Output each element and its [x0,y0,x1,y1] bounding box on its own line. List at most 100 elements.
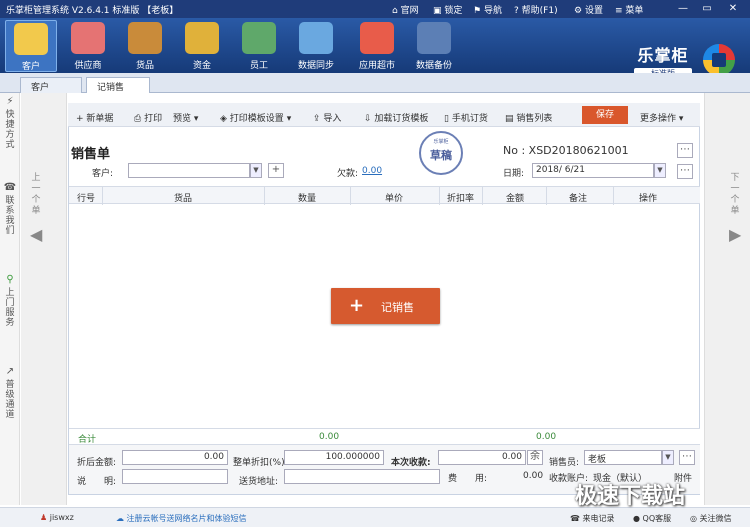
print-template-button[interactable]: ◈ 打印模板设置 ▾ [220,111,291,124]
record-sale-button[interactable]: + 记销售 [331,288,440,324]
more-actions-button[interactable]: 更多操作 ▾ [640,111,683,124]
cloud-icon: ☁ [116,514,124,523]
col-unit-price: 单价 [385,194,404,204]
lightning-icon: ⚡ [6,96,14,107]
box-icon [128,22,162,54]
tag-icon: ◈ [220,114,227,124]
address-input[interactable] [284,469,440,484]
maximize-button[interactable]: ▭ [700,2,714,16]
customer-icon [14,23,48,55]
totals-quantity: 0.00 [319,432,340,442]
col-amount: 金额 [506,194,525,204]
sales-list-button[interactable]: ▤ 销售列表 [505,111,552,124]
customer-input[interactable] [128,163,250,178]
guide-link[interactable]: ⚑ 导航 [473,3,502,16]
staff-icon [242,22,276,54]
register-promo-link[interactable]: ☁ 注册云帐号送网络名片和体验短信 [116,513,247,524]
whole-discount-input[interactable]: 100.000000 [284,450,384,465]
wechat-follow-button[interactable]: ◎ 关注微信 [690,513,732,524]
col-row-no: 行号 [77,194,96,204]
col-quantity: 数量 [298,194,317,204]
seller-more-button[interactable]: ⋯ [679,450,695,465]
plus-icon: + [349,295,365,316]
chevron-down-icon: ▾ [193,114,199,124]
help-icon: ? [514,6,519,16]
col-operation: 操作 [639,194,658,204]
draft-stamp: 乐掌柜 草稿 [419,131,463,175]
new-document-button[interactable]: + 新单据 [76,111,113,124]
money-bag-icon [185,22,219,54]
settings-link[interactable]: ⚙ 设置 [574,3,603,16]
col-discount-rate: 折扣率 [447,194,475,204]
toolbar-staff[interactable]: 员工 [233,20,285,72]
date-dropdown[interactable]: ▼ [654,163,666,178]
seller-dropdown[interactable]: ▼ [662,450,674,465]
load-template-button[interactable]: ⇩ 加载订货模板 [364,111,428,124]
whole-discount-label: 整单折扣(%) [233,458,285,468]
minimize-button[interactable]: — [676,2,690,16]
load-icon: ⇩ [364,114,372,124]
toolbar-supplier[interactable]: 供应商 [62,20,114,72]
customer-dropdown[interactable]: ▼ [250,163,262,178]
date-input[interactable]: 2018/ 6/21 [532,163,654,178]
chevron-down-icon: ▾ [678,114,684,124]
toolbar-funds[interactable]: 资金 [176,20,228,72]
after-discount-label: 折后金额: [77,458,117,468]
preview-button[interactable]: 预览 ▾ [173,111,198,124]
note-label: 说 明: [77,477,117,487]
debt-value[interactable]: 0.00 [362,166,382,176]
quick-sidebar: ⚡ 快捷方式 ☎ 联系我们 ⚲ 上门服务 ↗ 普级通道 [0,93,20,505]
toolbar-backup[interactable]: 数据备份 [408,20,460,72]
number-more-button[interactable]: ⋯ [677,143,693,158]
tab-record-sale[interactable]: 记销售 [86,77,150,93]
after-discount-input[interactable]: 0.00 [122,450,228,465]
totals-row: 合计 0.00 0.00 [69,428,700,445]
items-grid-header: 行号 货品 数量 单价 折扣率 金额 备注 操作 [69,186,700,205]
prev-document-column[interactable]: 上一个单 ◀ [21,93,67,505]
qq-service-button[interactable]: ● QQ客服 [633,513,671,524]
quick-upgrade[interactable]: ↗ 普级通道 [2,366,18,421]
add-customer-button[interactable]: + [268,163,284,178]
qq-icon: ● [633,514,640,523]
official-site-link[interactable]: ⌂ 官网 [392,3,419,16]
chart-icon: ↗ [5,366,15,377]
quick-contact[interactable]: ☎ 联系我们 [2,183,18,237]
help-link[interactable]: ? 帮助(F1) [514,3,558,16]
toolbar-app-market[interactable]: 应用超市 [351,20,403,72]
mobile-icon: ▯ [444,114,449,124]
quick-shortcuts[interactable]: ⚡ 快捷方式 [2,96,18,151]
fee-label: 费 用: [448,474,488,484]
flag-icon: ⚑ [473,6,482,16]
toolbar-sync[interactable]: 数据同步 [290,20,342,72]
date-more-button[interactable]: ⋯ [677,164,693,179]
document-number: No : XSD20180621001 [503,144,629,157]
toolbar-customer[interactable]: 客户 [5,20,57,72]
lock-icon: ▣ [433,6,442,16]
seller-input[interactable]: 老板 [584,450,662,465]
next-document-column[interactable]: 下一个单 ▶ [704,93,750,505]
lock-link[interactable]: ▣ 锁定 [433,3,462,16]
chevron-down-icon: ▾ [286,114,292,124]
import-button[interactable]: ⇪ 导入 [313,111,341,124]
close-button[interactable]: ✕ [726,2,740,16]
toolbar-goods[interactable]: 货品 [119,20,171,72]
chevron-right-icon[interactable]: ▶ [729,225,741,244]
quick-onsite-service[interactable]: ⚲ 上门服务 [2,274,18,329]
print-button[interactable]: ⎙ 打印 [134,111,162,124]
call-log-button[interactable]: ☎ 来电记录 [570,513,615,524]
remainder-button[interactable]: 余 [527,450,543,465]
bike-icon: ⚲ [6,274,14,285]
save-button[interactable]: 保存 [582,106,628,124]
receive-input[interactable]: 0.00 [438,450,526,465]
chevron-left-icon[interactable]: ◀ [30,225,42,244]
mobile-order-button[interactable]: ▯ 手机订货 [444,111,488,124]
form-title: 销售单 [71,147,111,162]
note-input[interactable] [122,469,228,484]
tab-customer[interactable]: 客户 [20,77,82,93]
menu-link[interactable]: ≡ 菜单 [615,3,643,16]
receive-label: 本次收款: [391,458,431,468]
debt-label: 欠款: [337,169,359,179]
tab-bar: 客户 记销售 [0,73,750,93]
user-icon: ♟ [40,513,48,522]
fee-value: 0.00 [523,471,544,481]
